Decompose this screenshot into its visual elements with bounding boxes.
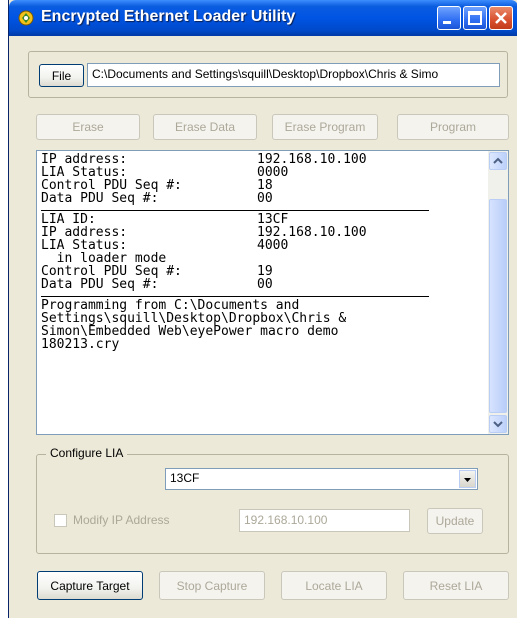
lia-select-value: 13CF <box>170 471 200 485</box>
erase-button[interactable]: Erase <box>36 114 140 140</box>
log-value: 4000 <box>257 238 289 253</box>
file-path-field[interactable]: C:\Documents and Settings\squill\Desktop… <box>87 63 500 87</box>
log-content: IP address: 192.168.10.100 LIA Status: 0000… <box>41 153 471 351</box>
capture-target-button[interactable]: Capture Target <box>37 571 143 600</box>
log-block-1: IP address: 192.168.10.100 LIA Status: 0000… <box>41 153 471 205</box>
log-scrollbar[interactable] <box>488 151 508 434</box>
close-button[interactable] <box>489 6 513 30</box>
log-separator <box>41 210 429 211</box>
window-title: Encrypted Ethernet Loader Utility <box>41 8 296 25</box>
scroll-up-button[interactable] <box>489 152 507 170</box>
log-output[interactable]: IP address: 192.168.10.100 LIA Status: 0000… <box>36 150 509 435</box>
ip-address-field[interactable]: 192.168.10.100 <box>239 509 410 532</box>
lia-select[interactable]: 13CF <box>165 468 478 490</box>
close-icon <box>495 12 507 24</box>
file-button[interactable]: File <box>39 64 84 87</box>
app-icon <box>18 10 34 26</box>
chevron-down-icon <box>493 421 503 428</box>
chevron-up-icon <box>493 157 503 164</box>
log-message-line: 180213.cry <box>41 337 120 352</box>
chevron-down-icon <box>464 478 471 482</box>
maximize-icon <box>468 11 482 25</box>
log-block-2: LIA ID: 13CF IP address: 192.168.10.100 LIA … <box>41 213 471 291</box>
reset-lia-button[interactable]: Reset LIA <box>403 571 509 600</box>
minimize-button[interactable] <box>437 6 461 30</box>
program-button[interactable]: Program <box>397 114 509 140</box>
erase-data-button[interactable]: Erase Data <box>153 114 257 140</box>
title-bar[interactable]: Encrypted Ethernet Loader Utility <box>9 0 517 36</box>
log-message: Programming from C:\Documents and Setting… <box>41 299 471 351</box>
stop-capture-button[interactable]: Stop Capture <box>159 571 265 600</box>
log-value: 00 <box>257 191 273 206</box>
modify-ip-checkbox[interactable] <box>54 514 67 527</box>
scroll-thumb[interactable] <box>489 199 507 413</box>
maximize-button[interactable] <box>463 6 487 30</box>
log-key: Data PDU Seq #: <box>41 277 159 292</box>
log-separator <box>41 296 429 297</box>
minimize-icon <box>443 21 451 24</box>
log-row: Data PDU Seq #: 00 <box>41 278 471 291</box>
erase-program-button[interactable]: Erase Program <box>272 114 378 140</box>
log-row: Data PDU Seq #: 00 <box>41 192 471 205</box>
modify-ip-label: Modify IP Address <box>73 513 170 527</box>
log-key: Data PDU Seq #: <box>41 191 159 206</box>
app-window: Encrypted Ethernet Loader Utility File C… <box>8 0 517 618</box>
log-value: 00 <box>257 277 273 292</box>
update-button[interactable]: Update <box>427 508 483 534</box>
locate-lia-button[interactable]: Locate LIA <box>281 571 387 600</box>
lia-dropdown-button[interactable] <box>459 470 476 488</box>
scroll-down-button[interactable] <box>489 415 507 433</box>
configure-lia-legend: Configure LIA <box>46 446 128 460</box>
